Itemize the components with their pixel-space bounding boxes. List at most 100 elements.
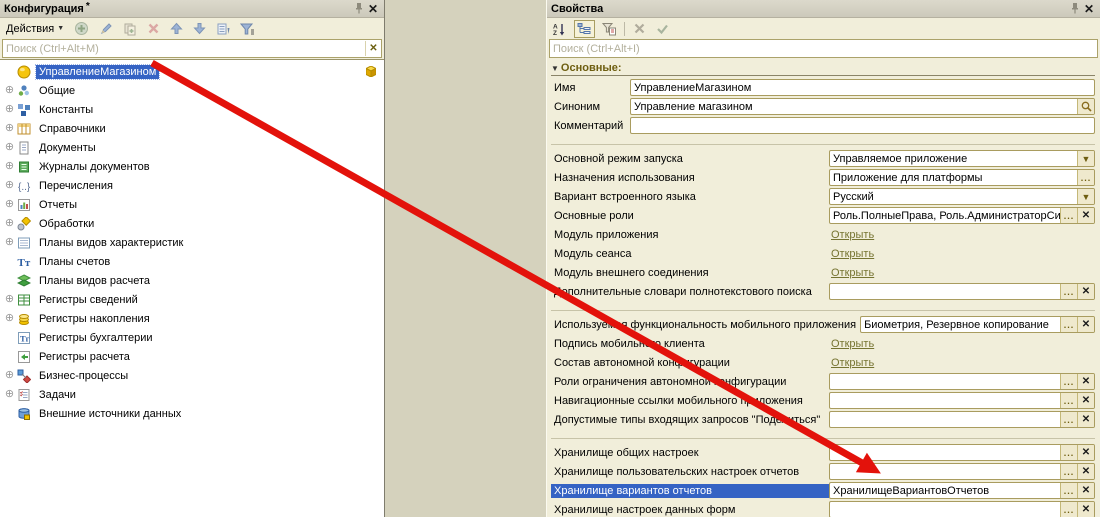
- ellipsis-button[interactable]: ...: [1060, 317, 1077, 332]
- property-row-common-settings-storage[interactable]: Хранилище общих настроек...✕: [551, 443, 1095, 462]
- actions-menu-button[interactable]: Действия ▼: [3, 20, 67, 38]
- property-row-standalone-restriction-roles[interactable]: Роли ограничения автономной конфигурации…: [551, 372, 1095, 391]
- property-row-synonym[interactable]: СинонимУправление магазином: [551, 97, 1095, 116]
- property-row-session-module[interactable]: Модуль сеансаОткрыть: [551, 244, 1095, 263]
- tree-item-catalogs[interactable]: ⊕Справочники: [0, 119, 384, 138]
- ellipsis-button[interactable]: ...: [1060, 208, 1077, 223]
- property-value-field[interactable]: ...✕: [829, 392, 1095, 409]
- clear-value-button[interactable]: ✕: [1077, 317, 1094, 332]
- tree-item-common[interactable]: ⊕Общие: [0, 81, 384, 100]
- dropdown-arrow-icon[interactable]: ▼: [1077, 189, 1094, 204]
- property-row-mobile-navigation-links[interactable]: Навигационные ссылки мобильного приложен…: [551, 391, 1095, 410]
- edit-button[interactable]: [96, 20, 116, 38]
- clear-value-button[interactable]: ✕: [1077, 412, 1094, 427]
- clear-button[interactable]: [630, 20, 649, 38]
- clear-value-button[interactable]: ✕: [1077, 502, 1094, 517]
- clear-value-button[interactable]: ✕: [1077, 374, 1094, 389]
- tree-item-chart-of-accounts-plans[interactable]: ТтПланы счетов: [0, 252, 384, 271]
- tree-item-information-registers[interactable]: ⊕Регистры сведений: [0, 290, 384, 309]
- tree-item-calculation-type-plans[interactable]: Планы видов расчета: [0, 271, 384, 290]
- expand-icon[interactable]: ⊕: [3, 142, 16, 153]
- property-value-field[interactable]: Русский▼: [829, 188, 1095, 205]
- ellipsis-button[interactable]: ...: [1060, 393, 1077, 408]
- clear-value-button[interactable]: ✕: [1077, 284, 1094, 299]
- dropdown-arrow-icon[interactable]: ▼: [1077, 151, 1094, 166]
- properties-search-input[interactable]: [550, 43, 1097, 55]
- property-value-field[interactable]: ...✕: [829, 501, 1095, 517]
- property-row-comment[interactable]: Комментарий: [551, 116, 1095, 135]
- clear-value-button[interactable]: ✕: [1077, 208, 1094, 223]
- property-row-usage-purpose[interactable]: Назначения использованияПриложение для п…: [551, 168, 1095, 187]
- sort-az-button[interactable]: AZ: [550, 20, 570, 38]
- open-link[interactable]: Открыть: [831, 338, 874, 350]
- property-row-report-user-settings-storage[interactable]: Хранилище пользовательских настроек отче…: [551, 462, 1095, 481]
- property-row-external-connection-module[interactable]: Модуль внешнего соединенияОткрыть: [551, 263, 1095, 282]
- props-filter-button[interactable]: [599, 20, 619, 38]
- ellipsis-button[interactable]: ...: [1077, 170, 1094, 185]
- property-row-share-request-types[interactable]: Допустимые типы входящих запросов "Подел…: [551, 410, 1095, 429]
- close-icon[interactable]: ✕: [366, 2, 380, 16]
- expand-icon[interactable]: ⊕: [3, 237, 16, 248]
- expand-icon[interactable]: ⊕: [3, 180, 16, 191]
- open-link[interactable]: Открыть: [831, 229, 874, 241]
- open-link[interactable]: Открыть: [831, 248, 874, 260]
- property-row-mobile-functionality[interactable]: Используемая функциональность мобильного…: [551, 315, 1095, 334]
- property-row-standalone-content[interactable]: Состав автономной конфигурацииОткрыть: [551, 353, 1095, 372]
- sort-button[interactable]: [213, 20, 233, 38]
- ellipsis-button[interactable]: ...: [1060, 502, 1077, 517]
- open-link[interactable]: Открыть: [831, 357, 874, 369]
- tree-item-calculation-registers[interactable]: Регистры расчета: [0, 347, 384, 366]
- expand-icon[interactable]: ⊕: [3, 161, 16, 172]
- property-value-field[interactable]: Управляемое приложение▼: [829, 150, 1095, 167]
- tree-item-accounting-registers[interactable]: ТгРегистры бухгалтерии: [0, 328, 384, 347]
- move-down-button[interactable]: [190, 20, 209, 38]
- tree-item-characteristic-type-plans[interactable]: ⊕Планы видов характеристик: [0, 233, 384, 252]
- property-row-default-roles[interactable]: Основные ролиРоль.ПолныеПрава, Роль.Адми…: [551, 206, 1095, 225]
- tree-item-data-processors[interactable]: ⊕Обработки: [0, 214, 384, 233]
- add-button[interactable]: [71, 20, 92, 38]
- ellipsis-button[interactable]: ...: [1060, 284, 1077, 299]
- open-link[interactable]: Открыть: [831, 267, 874, 279]
- property-value-field[interactable]: ...✕: [829, 463, 1095, 480]
- property-row-name[interactable]: ИмяУправлениеМагазином: [551, 78, 1095, 97]
- property-value-field[interactable]: ...✕: [829, 444, 1095, 461]
- expand-icon[interactable]: ⊕: [3, 389, 16, 400]
- tree-item-business-processes[interactable]: ⊕Бизнес-процессы: [0, 366, 384, 385]
- copy-button[interactable]: [120, 20, 140, 38]
- property-value-field[interactable]: [630, 117, 1095, 134]
- tree-search-input[interactable]: [3, 43, 365, 55]
- expand-icon[interactable]: ⊕: [3, 199, 16, 210]
- ellipsis-button[interactable]: ...: [1060, 483, 1077, 498]
- property-value-field[interactable]: Управление магазином: [630, 98, 1095, 115]
- expand-icon[interactable]: ⊕: [3, 123, 16, 134]
- close-icon[interactable]: ✕: [1082, 2, 1096, 16]
- ellipsis-button[interactable]: ...: [1060, 445, 1077, 460]
- expand-icon[interactable]: ⊕: [3, 313, 16, 324]
- clear-value-button[interactable]: ✕: [1077, 464, 1094, 479]
- tree-item-document-journals[interactable]: ⊕Журналы документов: [0, 157, 384, 176]
- delete-button[interactable]: [144, 20, 163, 38]
- property-value-field[interactable]: ...✕: [829, 411, 1095, 428]
- property-value-field[interactable]: Биометрия, Резервное копирование...✕: [860, 316, 1095, 333]
- clear-value-button[interactable]: ✕: [1077, 393, 1094, 408]
- tree-item-root[interactable]: УправлениеМагазином: [0, 62, 384, 81]
- ellipsis-button[interactable]: ...: [1060, 412, 1077, 427]
- apply-button[interactable]: [653, 20, 672, 38]
- property-value-field[interactable]: ...✕: [829, 283, 1095, 300]
- expand-icon[interactable]: ⊕: [3, 294, 16, 305]
- property-row-report-variants-storage[interactable]: Хранилище вариантов отчетовХранилищеВари…: [551, 481, 1095, 500]
- property-row-mobile-client-signature[interactable]: Подпись мобильного клиентаОткрыть: [551, 334, 1095, 353]
- move-up-button[interactable]: [167, 20, 186, 38]
- tree-item-enumerations[interactable]: ⊕{..}Перечисления: [0, 176, 384, 195]
- pin-icon[interactable]: [352, 2, 366, 16]
- property-row-application-module[interactable]: Модуль приложенияОткрыть: [551, 225, 1095, 244]
- property-row-language-variant[interactable]: Вариант встроенного языкаРусский▼: [551, 187, 1095, 206]
- tree-item-reports[interactable]: ⊕Отчеты: [0, 195, 384, 214]
- search-clear-icon[interactable]: ✕: [365, 41, 381, 56]
- clear-value-button[interactable]: ✕: [1077, 483, 1094, 498]
- ellipsis-button[interactable]: ...: [1060, 374, 1077, 389]
- magnifier-icon[interactable]: [1077, 99, 1094, 114]
- property-row-fulltext-dictionaries[interactable]: Дополнительные словари полнотекстового п…: [551, 282, 1095, 301]
- property-row-form-data-settings-storage[interactable]: Хранилище настроек данных форм...✕: [551, 500, 1095, 517]
- tree-item-accumulation-registers[interactable]: ⊕Регистры накопления: [0, 309, 384, 328]
